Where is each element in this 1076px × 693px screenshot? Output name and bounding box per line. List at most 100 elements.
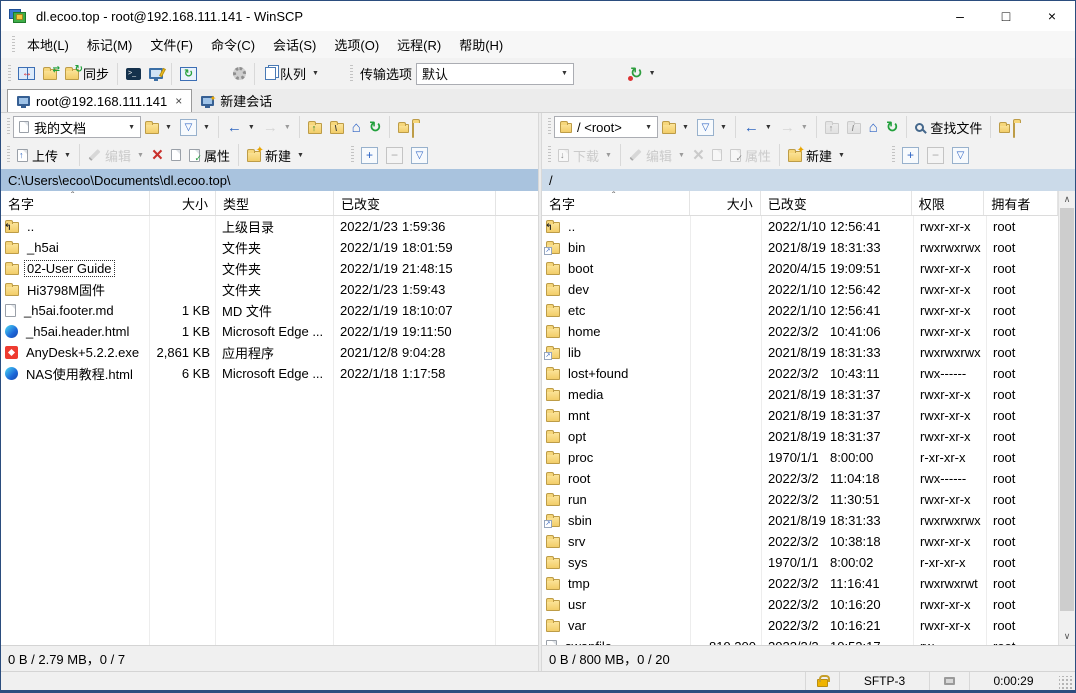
file-row-mnt[interactable]: mnt2021/8/1918:31:37rwxr-xr-xroot xyxy=(542,405,1058,426)
menu-item-6[interactable]: 远程(R) xyxy=(388,31,450,58)
upload-button[interactable]: ↑上传▼ xyxy=(13,143,75,167)
minimize-button[interactable]: – xyxy=(937,1,983,31)
session-tab-active[interactable]: root@192.168.111.141 × xyxy=(7,89,192,112)
refresh-button[interactable]: ↻ xyxy=(882,115,903,139)
rename-button[interactable] xyxy=(167,143,185,167)
preferences-button[interactable] xyxy=(229,62,250,86)
select-files-button[interactable]: + xyxy=(898,143,923,167)
edit-button[interactable]: 编辑▼ xyxy=(84,143,148,167)
scrollbar-thumb[interactable] xyxy=(1060,208,1074,611)
properties-button[interactable]: ✓属性 xyxy=(185,143,234,167)
file-row-Hi3798M__[interactable]: Hi3798M固件文件夹2022/1/231:59:43 xyxy=(1,279,538,300)
selection-filter-button[interactable]: ▽ xyxy=(948,143,973,167)
file-row-02-User_Guide[interactable]: 02-User Guide文件夹2022/1/1921:48:15 xyxy=(1,258,538,279)
filter-button[interactable]: ▽▼ xyxy=(693,115,731,139)
delete-button[interactable]: × xyxy=(689,143,708,167)
file-row-media[interactable]: media2021/8/1918:31:37rwxr-xr-xroot xyxy=(542,384,1058,405)
file-row-tmp[interactable]: tmp2022/3/211:16:41rwxrwxrwtroot xyxy=(542,573,1058,594)
find-files-button[interactable]: 查找文件 xyxy=(911,115,986,139)
column-header-type[interactable]: 类型 xyxy=(216,191,334,215)
menu-item-5[interactable]: 选项(O) xyxy=(325,31,388,58)
unselect-files-button[interactable]: − xyxy=(923,143,948,167)
close-button[interactable]: × xyxy=(1029,1,1075,31)
file-row-_h5ai.footer.md[interactable]: _h5ai.footer.md1 KBMD 文件2022/1/1918:10:0… xyxy=(1,300,538,321)
synchronize-button[interactable]: ↻同步 xyxy=(61,62,113,86)
connection-segment[interactable] xyxy=(929,672,969,690)
open-terminal-button[interactable]: >_ xyxy=(122,62,145,86)
menu-item-4[interactable]: 会话(S) xyxy=(264,31,325,58)
file-row-lost+found[interactable]: lost+found2022/3/210:43:11rwx------root xyxy=(542,363,1058,384)
menu-item-1[interactable]: 标记(M) xyxy=(78,31,142,58)
file-row-sys[interactable]: sys1970/1/18:00:02r-xr-xr-xroot xyxy=(542,552,1058,573)
home-directory-button[interactable]: ⌂ xyxy=(348,115,365,139)
open-directory-button[interactable]: ▼ xyxy=(141,115,176,139)
column-header-name[interactable]: 名字 xyxy=(542,191,690,215)
file-row-etc[interactable]: etc2022/1/1012:56:41rwxr-xr-xroot xyxy=(542,300,1058,321)
forward-button[interactable]: →▼ xyxy=(259,115,295,139)
back-button[interactable]: ←▼ xyxy=(223,115,259,139)
resize-grip[interactable] xyxy=(1059,676,1073,690)
file-row-srv[interactable]: srv2022/3/210:38:18rwxr-xr-xroot xyxy=(542,531,1058,552)
protocol-segment[interactable]: SFTP-3 xyxy=(839,672,929,690)
select-files-button[interactable]: + xyxy=(357,143,382,167)
compare-panels-button[interactable] xyxy=(14,62,39,86)
sync-browsing-button[interactable]: ⇄ xyxy=(39,62,61,86)
file-row-_h5ai.header.html[interactable]: _h5ai.header.html1 KBMicrosoft Edge ...2… xyxy=(1,321,538,342)
file-row-sbin[interactable]: ↗sbin2021/8/1918:31:33rwxrwxrwxroot xyxy=(542,510,1058,531)
vertical-scrollbar[interactable]: ∧ ∨ xyxy=(1058,191,1075,645)
open-putty-button[interactable] xyxy=(145,62,167,86)
file-row-home[interactable]: home2022/3/210:41:06rwxr-xr-xroot xyxy=(542,321,1058,342)
file-row-lib[interactable]: ↗lib2021/8/1918:31:33rwxrwxrwxroot xyxy=(542,342,1058,363)
file-row-proc[interactable]: proc1970/1/18:00:00r-xr-xr-xroot xyxy=(542,447,1058,468)
open-in-other-panel-button[interactable] xyxy=(995,115,1014,139)
remote-path-bar[interactable]: / xyxy=(542,169,1075,191)
file-row-..[interactable]: ↰..上级目录2022/1/231:59:36 xyxy=(1,216,538,237)
column-header-owner[interactable]: 拥有者 xyxy=(984,191,1058,215)
column-header-size[interactable]: 大小 xyxy=(150,191,216,215)
maximize-button[interactable]: □ xyxy=(983,1,1029,31)
queue-button[interactable]: 队列▼ xyxy=(259,62,323,86)
file-row-opt[interactable]: opt2021/8/1918:31:37rwxr-xr-xroot xyxy=(542,426,1058,447)
properties-button[interactable]: ✓属性 xyxy=(726,143,775,167)
column-header-perms[interactable]: 权限 xyxy=(912,191,985,215)
new-button[interactable]: ✦新建▼ xyxy=(784,143,849,167)
rename-button[interactable] xyxy=(708,143,726,167)
menu-item-3[interactable]: 命令(C) xyxy=(202,31,264,58)
local-drive-combo[interactable]: 我的文档 ▼ xyxy=(13,116,141,138)
root-directory-button[interactable]: \ xyxy=(326,115,348,139)
file-row-usr[interactable]: usr2022/3/210:16:20rwxr-xr-xroot xyxy=(542,594,1058,615)
column-header-changed[interactable]: 已改变 xyxy=(761,191,912,215)
forward-button[interactable]: →▼ xyxy=(776,115,812,139)
unselect-files-button[interactable]: − xyxy=(382,143,407,167)
open-directory-button[interactable]: ▼ xyxy=(658,115,693,139)
parent-directory-button[interactable]: ↑ xyxy=(304,115,326,139)
file-row-bin[interactable]: ↗bin2021/8/1918:31:33rwxrwxrwxroot xyxy=(542,237,1058,258)
menu-item-7[interactable]: 帮助(H) xyxy=(450,31,512,58)
remote-drive-combo[interactable]: / <root> ▼ xyxy=(554,116,658,138)
file-row-NAS____.html[interactable]: NAS使用教程.html6 KBMicrosoft Edge ...2022/1… xyxy=(1,363,538,384)
delete-button[interactable]: × xyxy=(148,143,167,167)
home-directory-button[interactable]: ⌂ xyxy=(865,115,882,139)
refresh-button[interactable]: ↻ xyxy=(365,115,386,139)
column-header-changed[interactable]: 已改变 xyxy=(334,191,496,215)
close-tab-icon[interactable]: × xyxy=(175,94,182,108)
file-row-root[interactable]: root2022/3/211:04:18rwx------root xyxy=(542,468,1058,489)
transfer-settings-combo[interactable]: 默认▼ xyxy=(416,63,574,85)
column-header-size[interactable]: 大小 xyxy=(690,191,761,215)
menu-item-0[interactable]: 本地(L) xyxy=(18,31,78,58)
selection-filter-button[interactable]: ▽ xyxy=(407,143,432,167)
scroll-up-button[interactable]: ∧ xyxy=(1059,191,1075,208)
new-button[interactable]: ✦新建▼ xyxy=(243,143,308,167)
local-path-bar[interactable]: C:\Users\ecoo\Documents\dl.ecoo.top\ xyxy=(1,169,538,191)
file-row-swapfile[interactable]: swapfile819,2002022/3/210:52:17rw-------… xyxy=(542,636,1058,645)
file-row-AnyDesk+5.2.2.exe[interactable]: AnyDesk+5.2.2.exe2,861 KB应用程序2021/12/89:… xyxy=(1,342,538,363)
download-button[interactable]: ↓下载▼ xyxy=(554,143,616,167)
file-row-var[interactable]: var2022/3/210:16:21rwxr-xr-xroot xyxy=(542,615,1058,636)
column-header-name[interactable]: 名字 xyxy=(1,191,150,215)
encryption-segment[interactable] xyxy=(805,672,839,690)
open-in-other-panel-button[interactable] xyxy=(394,115,413,139)
menu-item-2[interactable]: 文件(F) xyxy=(141,31,202,58)
file-row-dev[interactable]: dev2022/1/1012:56:42rwxr-xr-xroot xyxy=(542,279,1058,300)
new-session-tab[interactable]: ✦ 新建会话 xyxy=(192,89,281,112)
transfer-mode-button[interactable]: ↻▼ xyxy=(626,62,660,86)
